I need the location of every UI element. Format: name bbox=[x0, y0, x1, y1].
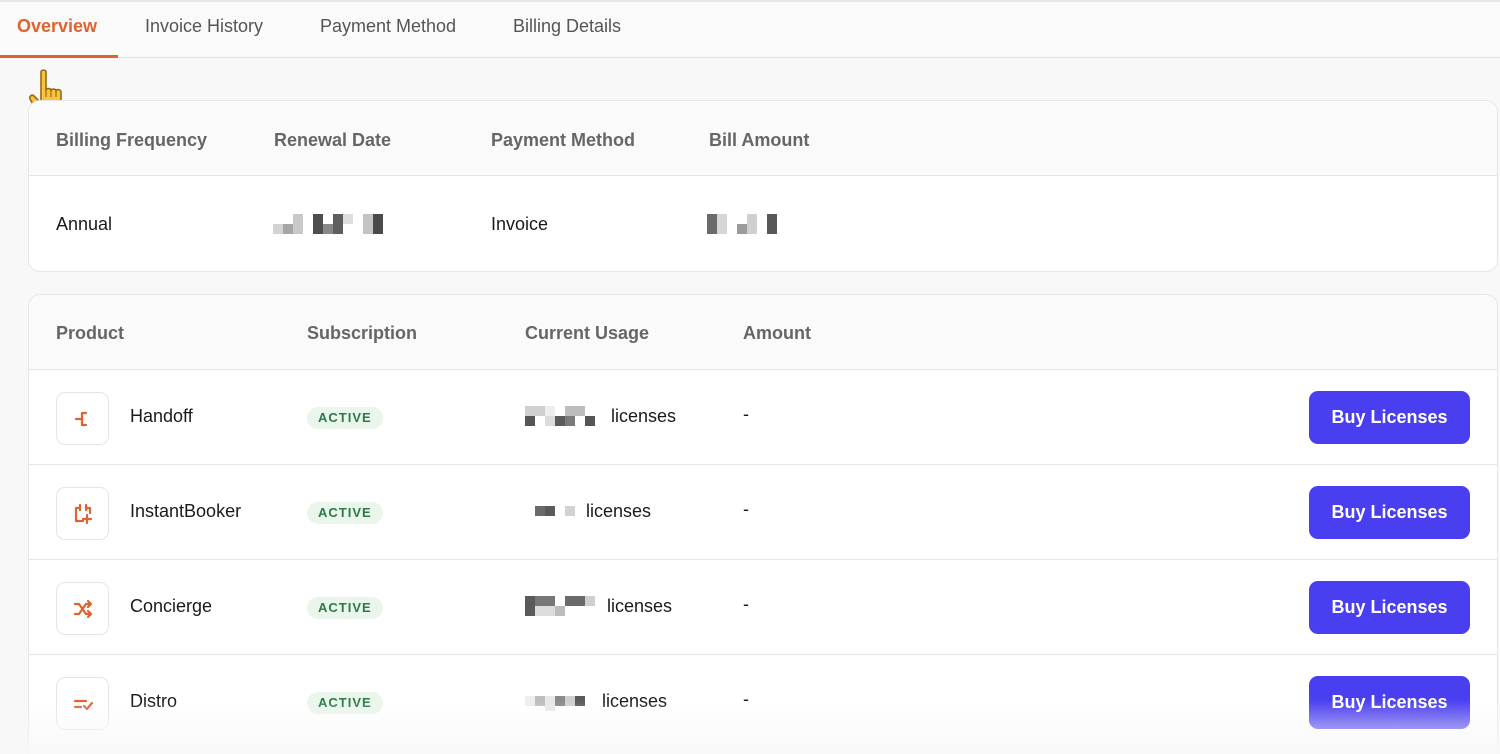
amount-value: - bbox=[743, 404, 749, 424]
payment-method-value: Invoice bbox=[491, 214, 549, 234]
usage-unit: licenses bbox=[607, 596, 673, 616]
header-subscription: Subscription bbox=[307, 323, 418, 343]
tab-bar: Overview Invoice History Payment Method … bbox=[0, 0, 1500, 58]
bill-amount-redacted bbox=[707, 214, 779, 234]
billing-frequency-value: Annual bbox=[56, 214, 113, 234]
renewal-date-redacted bbox=[273, 214, 386, 234]
products-card: Product Subscription Current Usage Amoun… bbox=[28, 294, 1498, 754]
buy-licenses-button[interactable]: Buy Licenses bbox=[1309, 486, 1470, 539]
usage-unit: licenses bbox=[586, 501, 652, 521]
tab-billing-details[interactable]: Billing Details bbox=[513, 2, 621, 58]
usage-redacted bbox=[525, 596, 597, 616]
tab-overview[interactable]: Overview bbox=[0, 2, 119, 58]
header-product: Product bbox=[56, 323, 125, 343]
header-billing-frequency: Billing Frequency bbox=[56, 130, 208, 150]
product-row-instantbooker: InstantBooker ACTIVE licenses - Buy Lice… bbox=[29, 465, 1497, 560]
header-bill-amount: Bill Amount bbox=[709, 130, 810, 150]
calendar-plus-icon bbox=[56, 487, 109, 540]
header-amount: Amount bbox=[743, 323, 811, 343]
amount-value: - bbox=[743, 594, 749, 614]
usage-unit: licenses bbox=[602, 691, 668, 711]
usage-redacted bbox=[525, 406, 597, 426]
tab-invoice-history[interactable]: Invoice History bbox=[145, 2, 263, 58]
usage-redacted bbox=[535, 501, 577, 521]
usage-redacted bbox=[525, 691, 593, 711]
shuffle-icon bbox=[56, 582, 109, 635]
status-badge: ACTIVE bbox=[307, 407, 383, 429]
billing-summary-card: Billing Frequency Renewal Date Payment M… bbox=[28, 100, 1498, 272]
buy-licenses-button[interactable]: Buy Licenses bbox=[1309, 581, 1470, 634]
product-name: Concierge bbox=[130, 596, 213, 616]
tab-payment-method[interactable]: Payment Method bbox=[320, 2, 456, 58]
status-badge: ACTIVE bbox=[307, 502, 383, 524]
header-current-usage: Current Usage bbox=[525, 323, 650, 343]
header-renewal-date: Renewal Date bbox=[274, 130, 392, 150]
product-name: InstantBooker bbox=[130, 501, 242, 521]
buy-licenses-button[interactable]: Buy Licenses bbox=[1309, 676, 1470, 729]
product-row-distro: Distro ACTIVE licenses - Buy Licenses bbox=[29, 655, 1497, 750]
header-payment-method: Payment Method bbox=[491, 130, 636, 150]
status-badge: ACTIVE bbox=[307, 597, 383, 619]
products-header-row: Product Subscription Current Usage Amoun… bbox=[29, 295, 1497, 370]
summary-header-row: Billing Frequency Renewal Date Payment M… bbox=[29, 101, 1497, 176]
list-check-icon bbox=[56, 677, 109, 730]
status-badge: ACTIVE bbox=[307, 692, 383, 714]
buy-licenses-button[interactable]: Buy Licenses bbox=[1309, 391, 1470, 444]
product-row-concierge: Concierge ACTIVE licenses - Buy Licenses bbox=[29, 560, 1497, 655]
handoff-icon bbox=[56, 392, 109, 445]
amount-value: - bbox=[743, 499, 749, 519]
amount-value: - bbox=[743, 689, 749, 709]
usage-unit: licenses bbox=[611, 406, 677, 426]
product-name: Distro bbox=[130, 691, 178, 711]
product-row-handoff: Handoff ACTIVE licenses - Buy Licenses bbox=[29, 370, 1497, 465]
product-name: Handoff bbox=[130, 406, 193, 426]
